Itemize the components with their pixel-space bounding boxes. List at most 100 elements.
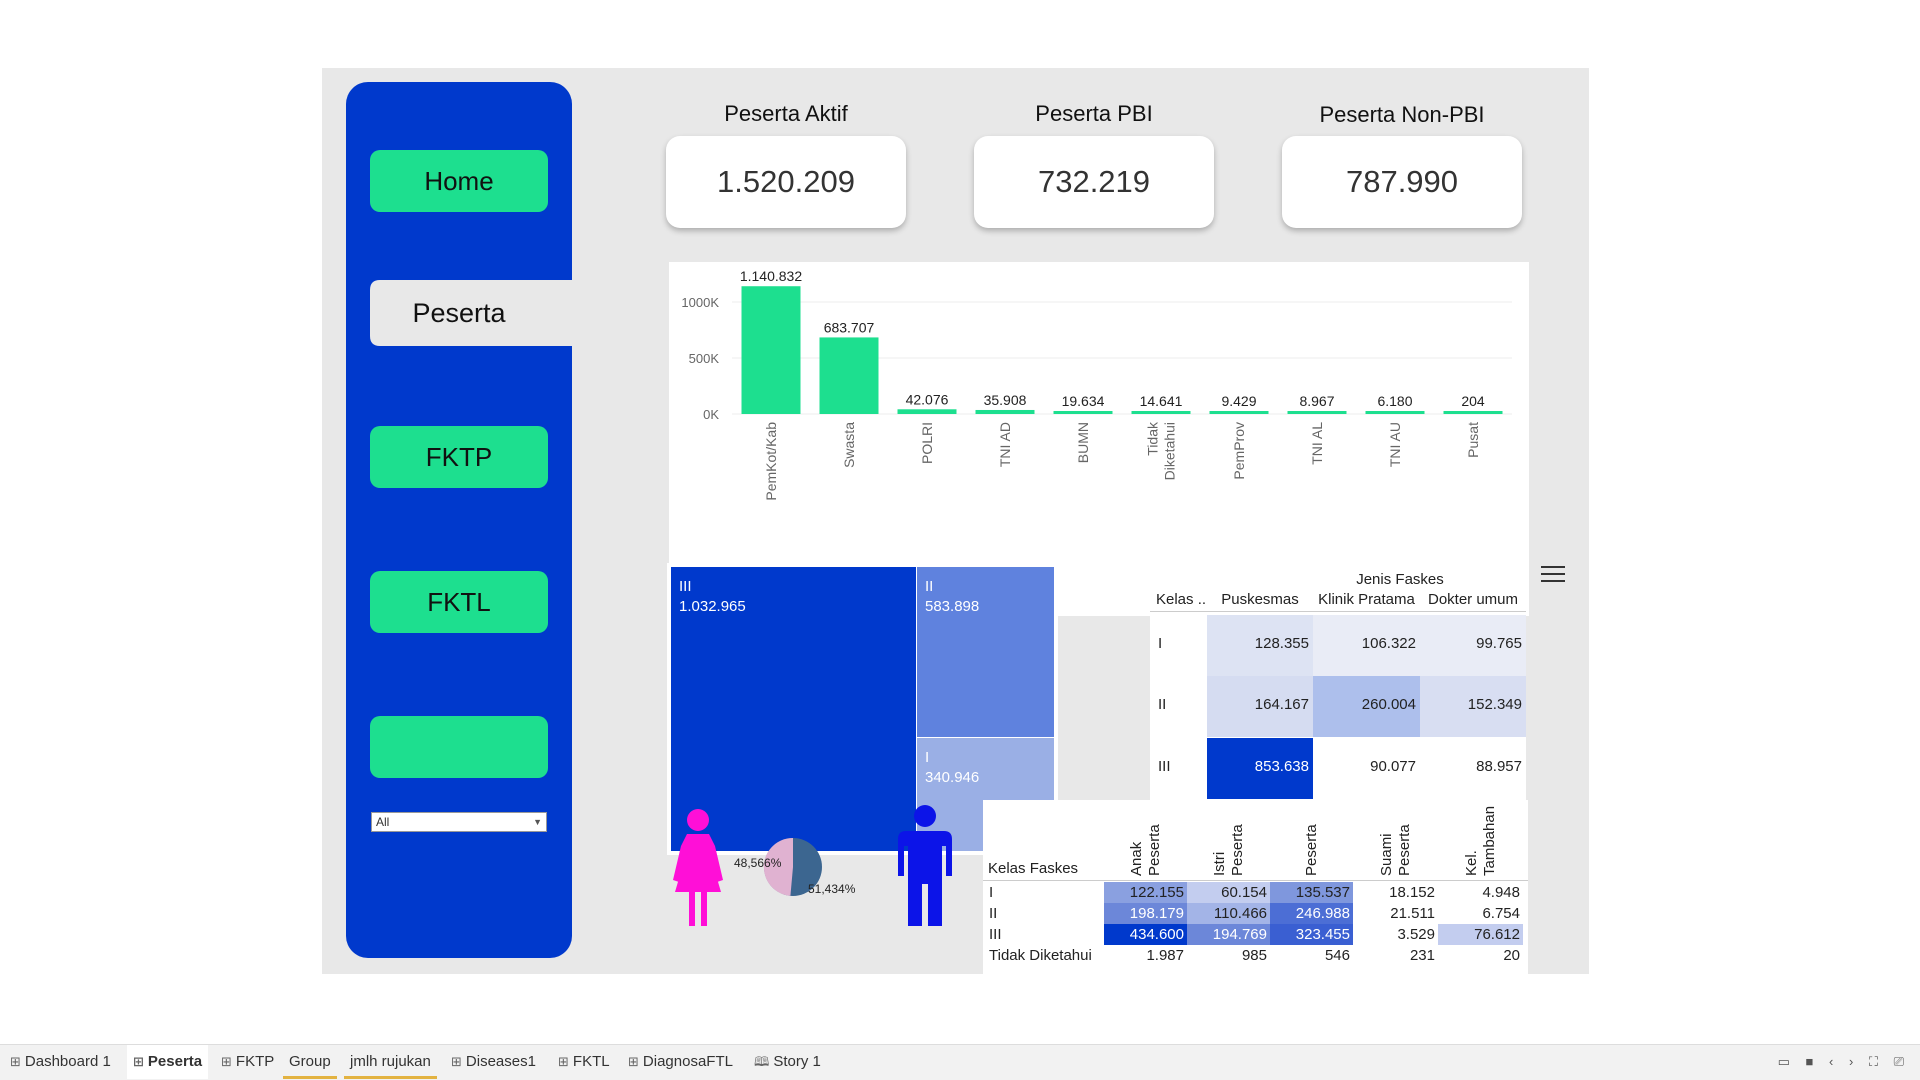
table-column-header: Puskesmas	[1221, 591, 1299, 608]
bar[interactable]	[1053, 411, 1113, 414]
table-cell: 546	[1270, 945, 1353, 966]
table-cell: 6.754	[1438, 903, 1523, 924]
bar-value-label: 9.429	[1221, 393, 1256, 409]
relation-table: Kelas Faskes Anak Peserta Istri Peserta Peser…	[983, 800, 1528, 1032]
bar[interactable]	[1443, 411, 1503, 414]
bar-value-label: 42.076	[906, 391, 949, 407]
table-column-header: Anak	[1127, 841, 1145, 876]
table-column-header: Tambahan	[1480, 805, 1498, 876]
table-row-label: III	[1158, 758, 1171, 775]
bar-value-label: 6.180	[1377, 393, 1412, 409]
nav-home-button[interactable]: Home	[370, 150, 548, 212]
bar-value-label: 204	[1461, 393, 1485, 409]
sheet-tab-label: FKTP	[235, 1053, 275, 1070]
sheet-tab-label: Story 1	[773, 1053, 821, 1070]
dashboard-peserta: Home Peserta FKTP FKTL All ▼ Peserta Akt…	[322, 68, 1589, 1032]
sheet-tab[interactable]: ⊞ FKTL	[552, 1045, 616, 1079]
treemap-cell-value: 340.946	[925, 769, 980, 786]
table-cell: 135.537	[1270, 882, 1353, 903]
male-icon	[892, 804, 958, 928]
table-cell: 88.957	[1420, 738, 1526, 799]
sheet-tab[interactable]: ⊞ Dashboard 1	[4, 1045, 117, 1079]
table-cell: 21.511	[1353, 903, 1438, 924]
bar[interactable]	[897, 409, 957, 414]
x-tick-label: Diketahui	[1162, 422, 1178, 480]
sheet-tab-label: Peserta	[147, 1053, 203, 1070]
table-cell: 323.455	[1270, 924, 1353, 945]
sheet-tab-label: DiagnosaFTL	[642, 1053, 733, 1070]
table-row-header: Kelas Faskes	[988, 860, 1079, 877]
bar[interactable]	[975, 409, 1035, 414]
sheet-tab[interactable]: jmlh rujukan	[344, 1045, 437, 1079]
sheet-tab[interactable]: ⊞ FKTP	[215, 1045, 280, 1079]
table-column-header: Istri	[1210, 851, 1228, 876]
dashboard-grid-icon: ⊞	[221, 1054, 232, 1069]
sheet-tab-label: Diseases1	[465, 1053, 536, 1070]
sheet-tabs-bar: ⊞ Dashboard 1 ⊞ Peserta ⊞ FKTP Group jmlh rujuk…	[0, 1044, 1920, 1080]
treemap-cell-label: I	[925, 749, 930, 766]
table-column-header: Suami	[1377, 833, 1395, 876]
treemap-cell[interactable]: II 583.898	[917, 567, 1054, 737]
sheet-tab-label: Dashboard 1	[24, 1053, 111, 1070]
table-row-label: III	[989, 926, 1002, 943]
sheet-tab[interactable]: ⊞ Peserta	[127, 1045, 209, 1079]
x-tick-label: TNI AU	[1387, 422, 1403, 467]
bar[interactable]	[1131, 411, 1191, 414]
bar-value-label: 14.641	[1140, 393, 1183, 409]
table-row-label: I	[1158, 635, 1163, 652]
view-controls[interactable]: ▭ ■ ‹ › ⛶ ⎚	[1778, 1054, 1910, 1070]
treemap-cell-label: II	[925, 578, 934, 595]
nav-fktp-button[interactable]: FKTP	[370, 426, 548, 488]
table-row-label: Tidak Diketahui	[989, 947, 1092, 964]
bar[interactable]	[819, 337, 879, 414]
treemap-cell-label: III	[679, 578, 692, 595]
nav-fktl-button[interactable]: FKTL	[370, 571, 548, 633]
menu-icon[interactable]	[1541, 566, 1565, 586]
table-cell: 1.987	[1104, 945, 1187, 966]
table-cell: 152.349	[1420, 676, 1526, 737]
x-tick-label: Pusat	[1465, 422, 1481, 458]
table-cell: 198.179	[1104, 903, 1187, 924]
table-column-header: Peserta	[1395, 824, 1413, 876]
bar[interactable]	[1365, 411, 1425, 414]
table-column-header: Peserta	[1228, 824, 1246, 876]
table-cell: 90.077	[1313, 738, 1420, 799]
nav-peserta-label: Peserta	[412, 297, 506, 328]
filter-dropdown[interactable]: All ▼	[371, 812, 547, 832]
nav-blank-button[interactable]	[370, 716, 548, 778]
bar[interactable]	[741, 286, 801, 414]
dashboard-grid-icon: ⊞	[10, 1054, 21, 1069]
female-icon	[667, 808, 737, 928]
nav-peserta-active[interactable]: Peserta	[370, 262, 596, 364]
sheet-tab[interactable]: ⊞ Diseases1	[445, 1045, 542, 1079]
bar-value-label: 35.908	[984, 392, 1027, 408]
sheet-tab[interactable]: 🕮 Story 1	[748, 1045, 827, 1079]
table-cell: 194.769	[1187, 924, 1270, 945]
table-divider	[983, 880, 1528, 881]
kpi-card-aktif: 1.520.209	[666, 136, 906, 228]
treemap-cell-value: 583.898	[925, 598, 980, 615]
table-cell: 99.765	[1420, 615, 1526, 676]
chevron-down-icon[interactable]: ▼	[533, 813, 542, 831]
table-cell: 18.152	[1353, 882, 1438, 903]
x-tick-label: PemKot/Kab	[763, 422, 779, 501]
kpi-card-pbi: 732.219	[974, 136, 1214, 228]
table-column-header: Peserta	[1302, 824, 1320, 876]
table-cell: 434.600	[1104, 924, 1187, 945]
dashboard-grid-icon: ⊞	[558, 1054, 569, 1069]
bar[interactable]	[1287, 411, 1347, 414]
female-percent-label: 48,566%	[734, 856, 782, 870]
x-tick-label: TNI AD	[997, 422, 1013, 467]
table-cell: 76.612	[1438, 924, 1523, 945]
table-cell: 106.322	[1313, 615, 1420, 676]
filter-value: All	[376, 815, 390, 829]
bar-value-label: 683.707	[824, 319, 875, 335]
sheet-tab[interactable]: Group	[283, 1045, 337, 1079]
sheet-tab[interactable]: ⊞ DiagnosaFTL	[622, 1045, 739, 1079]
table-cell: 260.004	[1313, 676, 1420, 737]
tableau-canvas: Home Peserta FKTP FKTL All ▼ Peserta Akt…	[0, 0, 1920, 1080]
treemap-cell-value: 1.032.965	[679, 598, 746, 615]
table-cell: 128.355	[1207, 615, 1313, 676]
x-tick-label: BUMN	[1075, 422, 1091, 463]
bar[interactable]	[1209, 411, 1269, 414]
